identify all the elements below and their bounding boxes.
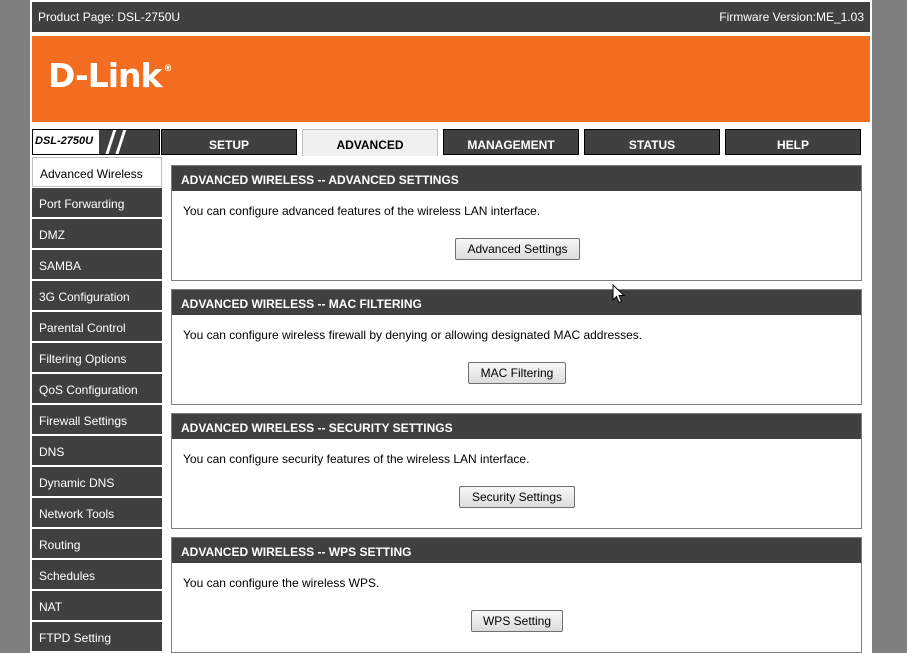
section-description: You can configure the wireless WPS.	[183, 576, 380, 590]
wps-setting-section: ADVANCED WIRELESS -- WPS SETTING You can…	[171, 537, 862, 653]
section-description: You can configure security features of t…	[183, 452, 530, 466]
slash-decoration	[104, 130, 117, 154]
sidebar-item-dynamic-dns[interactable]: Dynamic DNS	[32, 467, 162, 497]
section-title: ADVANCED WIRELESS -- WPS SETTING	[172, 538, 861, 563]
advanced-settings-section: ADVANCED WIRELESS -- ADVANCED SETTINGS Y…	[171, 165, 862, 281]
top-info-bar: Product Page: DSL-2750U Firmware Version…	[30, 0, 872, 34]
tab-setup[interactable]: SETUP	[161, 129, 297, 155]
firmware-version-label: Firmware Version:ME_1.03	[719, 10, 864, 24]
sidebar-item-samba[interactable]: SAMBA	[32, 250, 162, 280]
security-settings-button[interactable]: Security Settings	[459, 486, 575, 508]
section-title: ADVANCED WIRELESS -- MAC FILTERING	[172, 290, 861, 315]
sidebar-item-port-forwarding[interactable]: Port Forwarding	[32, 188, 162, 218]
sidebar-item-filtering-options[interactable]: Filtering Options	[32, 343, 162, 373]
mac-filtering-button[interactable]: MAC Filtering	[468, 362, 566, 384]
sidebar-item-routing[interactable]: Routing	[32, 529, 162, 559]
sidebar-item-qos-configuration[interactable]: QoS Configuration	[32, 374, 162, 404]
section-title: ADVANCED WIRELESS -- SECURITY SETTINGS	[172, 414, 861, 439]
registered-mark: ®	[163, 64, 173, 74]
wps-setting-button[interactable]: WPS Setting	[471, 610, 563, 632]
router-admin-page: Product Page: DSL-2750U Firmware Version…	[30, 0, 872, 653]
slash-decoration	[114, 130, 127, 154]
security-settings-section: ADVANCED WIRELESS -- SECURITY SETTINGS Y…	[171, 413, 862, 529]
sidebar-item-parental-control[interactable]: Parental Control	[32, 312, 162, 342]
sidebar-item-ftpd-setting[interactable]: FTPD Setting	[32, 622, 162, 652]
tab-help[interactable]: HELP	[725, 129, 861, 155]
sidebar-item-network-tools[interactable]: Network Tools	[32, 498, 162, 528]
mouse-pointer-icon	[612, 284, 626, 304]
sidebar-item-dns[interactable]: DNS	[32, 436, 162, 466]
advanced-settings-button[interactable]: Advanced Settings	[455, 238, 580, 260]
sidebar-item-3g-configuration[interactable]: 3G Configuration	[32, 281, 162, 311]
brand-banner: D-Link ®	[32, 36, 870, 122]
section-description: You can configure wireless firewall by d…	[183, 328, 643, 342]
model-label: DSL-2750U	[33, 130, 99, 154]
sidebar-nav: Advanced Wireless Port Forwarding DMZ SA…	[30, 156, 163, 653]
mac-filtering-section: ADVANCED WIRELESS -- MAC FILTERING You c…	[171, 289, 862, 405]
main-tab-bar: DSL-2750U SETUP ADVANCED MANAGEMENT STAT…	[30, 128, 872, 156]
tab-management[interactable]: MANAGEMENT	[443, 129, 579, 155]
sidebar-item-advanced-wireless[interactable]: Advanced Wireless	[32, 157, 162, 187]
section-description: You can configure advanced features of t…	[183, 204, 541, 218]
product-page-label: Product Page: DSL-2750U	[38, 10, 181, 24]
tab-status[interactable]: STATUS	[584, 129, 720, 155]
sidebar-item-nat[interactable]: NAT	[32, 591, 162, 621]
tab-advanced[interactable]: ADVANCED	[302, 129, 438, 156]
sidebar-item-schedules[interactable]: Schedules	[32, 560, 162, 590]
dlink-logo: D-Link ®	[48, 56, 172, 95]
sidebar-item-firewall-settings[interactable]: Firewall Settings	[32, 405, 162, 435]
sidebar-item-dmz[interactable]: DMZ	[32, 219, 162, 249]
model-badge: DSL-2750U	[32, 129, 160, 155]
logo-text: D-Link	[48, 56, 162, 95]
section-title: ADVANCED WIRELESS -- ADVANCED SETTINGS	[172, 166, 861, 191]
